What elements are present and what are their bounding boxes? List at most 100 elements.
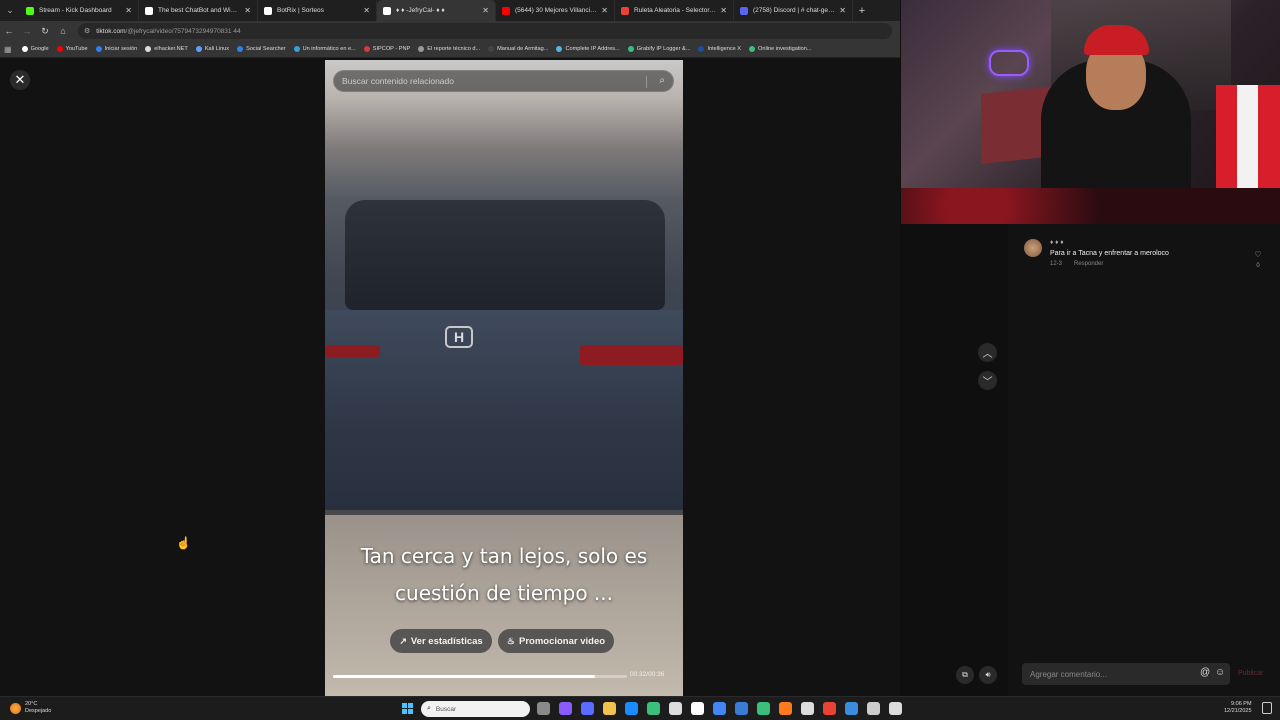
taskbar-app-icon[interactable] <box>669 702 682 715</box>
bookmark-item[interactable]: El reporte técnico d... <box>418 46 480 52</box>
browser-tab[interactable]: ♦ ♦ -JefryCal- ♦ ♦ ✕ <box>377 0 496 21</box>
tab-label: BotRix | Sorteos <box>277 7 324 14</box>
forward-button[interactable]: → <box>18 21 36 41</box>
tab-close-icon[interactable]: ✕ <box>720 6 727 15</box>
back-button[interactable]: ← <box>0 21 18 41</box>
comment-input[interactable]: Agregar comentario... @ ☺ <box>1022 663 1230 685</box>
taskbar-app-icon[interactable] <box>581 702 594 715</box>
site-info-icon[interactable]: ⚙ <box>84 27 90 35</box>
comment-author[interactable]: ♦ ♦ ♦ <box>1050 239 1064 246</box>
clock-date: 12/21/2025 <box>1224 708 1252 714</box>
video-frame-light-right <box>580 345 683 365</box>
promote-video-button[interactable]: ♨ Promocionar video <box>498 629 614 653</box>
bookmark-item[interactable]: elhacker.NET <box>145 46 188 52</box>
chart-icon: ↗ <box>399 635 407 646</box>
search-icon[interactable]: ⌕ <box>659 75 665 86</box>
taskbar-app-icon[interactable] <box>801 702 814 715</box>
taskbar-app-icon[interactable] <box>537 702 550 715</box>
bookmark-item[interactable]: Complete IP Addres... <box>556 46 620 52</box>
tab-close-icon[interactable]: ✕ <box>125 6 132 15</box>
close-viewer-button[interactable]: ✕ <box>10 70 30 90</box>
bookmark-item[interactable]: Manual de Armitag... <box>488 46 548 52</box>
taskbar-app-icon[interactable] <box>779 702 792 715</box>
divider <box>646 76 647 88</box>
video-progress-bar[interactable] <box>333 675 627 678</box>
honda-logo: H <box>445 326 473 348</box>
apps-icon[interactable]: ▦ <box>4 45 12 54</box>
taskbar-search-input[interactable]: ⌕ Buscar <box>421 701 530 717</box>
taskbar-app-icon[interactable] <box>889 702 902 715</box>
bookmark-favicon-icon <box>145 46 152 52</box>
taskbar-app-icon[interactable] <box>603 702 616 715</box>
mouse-cursor-icon: ☝ <box>176 536 191 550</box>
chevron-down-icon: ⌄ <box>6 5 14 15</box>
url-path: /@jefrycal/video/7579473294970831 44 <box>125 27 241 35</box>
browser-tab[interactable]: (5644) 30 Mejores Villancicos N✕ <box>496 0 615 21</box>
taskbar-app-icon[interactable] <box>757 702 770 715</box>
bookmark-item[interactable]: Un informático en e... <box>293 46 356 52</box>
taskbar-app-icon[interactable] <box>867 702 880 715</box>
mention-icon[interactable]: @ <box>1200 667 1210 678</box>
bookmark-item[interactable]: Online investigation... <box>749 46 812 52</box>
taskbar-app-icon[interactable] <box>647 702 660 715</box>
address-bar[interactable]: ⚙ tiktok.com/@jefrycal/video/75794732949… <box>78 23 892 39</box>
tab-close-icon[interactable]: ✕ <box>363 6 370 15</box>
system-clock[interactable]: 9:06 PM 12/21/2025 <box>1224 701 1252 715</box>
tab-close-icon[interactable]: ✕ <box>244 6 251 15</box>
avatar[interactable] <box>1024 239 1042 257</box>
bookmark-item[interactable]: Google <box>21 46 49 52</box>
tab-search-button[interactable]: ⌄ <box>0 0 20 21</box>
bookmark-item[interactable]: Kali Linux <box>195 46 229 52</box>
bookmark-label: Un informático en e... <box>302 46 356 52</box>
bookmark-label: Iniciar sesión <box>104 46 138 52</box>
new-tab-button[interactable]: + <box>853 0 871 21</box>
volume-button[interactable]: 🔊︎ <box>979 666 997 684</box>
copy-button[interactable]: ⧉ <box>956 666 974 684</box>
browser-tab[interactable]: Ruleta Aleatoria - Selector Pers ✕ <box>615 0 734 21</box>
taskbar-app-icon[interactable] <box>713 702 726 715</box>
home-button[interactable]: ⌂ <box>54 21 72 41</box>
taskbar-app-icon[interactable] <box>845 702 858 715</box>
browser-tab[interactable]: Stream - Kick Dashboard ✕ <box>20 0 139 21</box>
bookmark-item[interactable]: Iniciar sesión <box>95 46 138 52</box>
taskbar-app-icon[interactable] <box>691 702 704 715</box>
bookmark-label: Google <box>30 46 49 52</box>
previous-video-button[interactable]: ︿ <box>978 343 997 362</box>
tab-close-icon[interactable]: ✕ <box>839 6 846 15</box>
tab-favicon-icon <box>264 6 272 15</box>
heart-icon[interactable]: ♡ <box>1252 250 1264 259</box>
taskbar-app-icon[interactable] <box>735 702 748 715</box>
tab-favicon-icon <box>145 6 153 15</box>
tab-close-icon[interactable]: ✕ <box>482 6 489 15</box>
view-stats-label: Ver estadísticas <box>410 635 483 647</box>
taskbar-app-icon[interactable] <box>625 702 638 715</box>
tab-close-icon[interactable]: ✕ <box>601 6 608 15</box>
bookmark-favicon-icon <box>488 46 495 52</box>
windows-start-icon[interactable] <box>402 703 413 714</box>
bookmark-item[interactable]: YouTube <box>56 46 88 52</box>
taskbar-app-icon[interactable] <box>823 702 836 715</box>
next-video-button[interactable]: ﹀ <box>978 371 997 390</box>
bookmark-favicon-icon <box>21 46 28 52</box>
arrow-right-icon: → <box>22 26 32 36</box>
taskbar-app-icon[interactable] <box>559 702 572 715</box>
weather-widget[interactable]: 20°C Despejado <box>10 701 51 715</box>
bookmark-item[interactable]: Grabify IP Logger &... <box>627 46 690 52</box>
video-timecode: 00:32/00:36 <box>630 671 665 678</box>
view-stats-button[interactable]: ↗ Ver estadísticas <box>390 629 492 653</box>
bookmark-item[interactable]: SIPCOP - PNP <box>363 46 410 52</box>
notification-icon[interactable] <box>1262 702 1272 714</box>
browser-tab[interactable]: BotRix | Sorteos ✕ <box>258 0 377 21</box>
reload-button[interactable]: ↻ <box>36 21 54 41</box>
bookmark-item[interactable]: Social Searcher <box>237 46 286 52</box>
reply-button[interactable]: Responder <box>1074 261 1103 267</box>
post-comment-button[interactable]: Publicar <box>1238 670 1263 677</box>
related-search-input[interactable]: Buscar contenido relacionado ⌕ <box>333 70 674 92</box>
browser-tab[interactable]: (2758) Discord | # chat-general ✕ <box>734 0 853 21</box>
browser-tab[interactable]: The best ChatBot and Widgets ✕ <box>139 0 258 21</box>
speaker-icon: 🔊︎ <box>985 670 991 679</box>
video-frame-light-left <box>325 345 380 357</box>
emoji-icon[interactable]: ☺ <box>1215 667 1225 678</box>
close-icon: ✕ <box>14 72 26 87</box>
bookmark-item[interactable]: Intelligence X <box>698 46 741 52</box>
